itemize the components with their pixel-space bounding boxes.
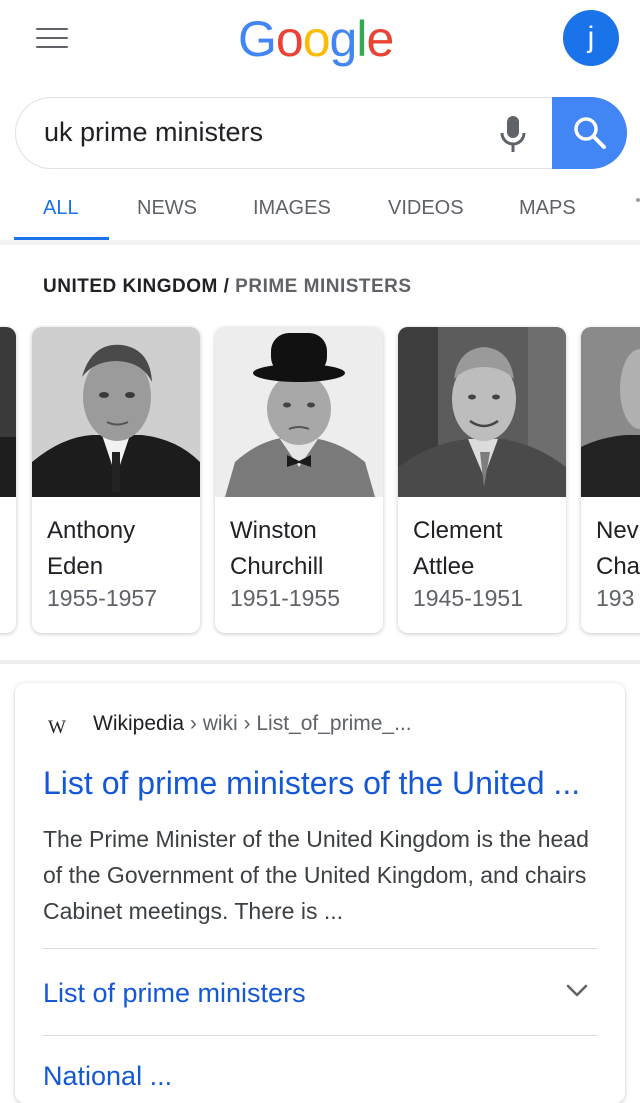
pm-name-line2: Churchill: [230, 553, 324, 580]
chevron-down-icon[interactable]: [565, 983, 589, 999]
pm-name: Nev Cha: [596, 513, 640, 585]
menu-icon[interactable]: [36, 28, 68, 52]
search-box[interactable]: uk prime ministers: [15, 97, 627, 169]
pm-years: 1945-1951: [413, 585, 523, 611]
search-input[interactable]: uk prime ministers: [44, 117, 263, 148]
search-result-card: W Wikipedia › wiki › List_of_prime_... L…: [15, 683, 625, 1103]
pm-name-line1: Anthony: [47, 517, 136, 544]
pm-card-chamberlain-partial[interactable]: Nev Cha 193: [581, 327, 640, 633]
tab-news[interactable]: NEWS: [137, 197, 197, 220]
result-citation[interactable]: Wikipedia › wiki › List_of_prime_...: [93, 712, 412, 736]
tab-videos[interactable]: VIDEOS: [388, 197, 464, 220]
logo-letter: o: [275, 11, 304, 67]
pm-name-line1: Winston: [230, 517, 317, 544]
mic-icon[interactable]: [496, 114, 530, 154]
wikipedia-logo-icon: W: [48, 717, 66, 738]
result-sublink-next[interactable]: National ...: [43, 1061, 172, 1092]
divider: [0, 240, 640, 245]
logo-letter: l: [356, 11, 367, 67]
pm-name: Anthony Eden: [47, 513, 197, 585]
pm-photo: [0, 327, 16, 497]
tabs-overflow-indicator: [636, 198, 640, 202]
result-sublink[interactable]: List of prime ministers: [43, 978, 306, 1009]
result-snippet: The Prime Minister of the United Kingdom…: [43, 826, 589, 924]
pm-photo: [398, 327, 566, 497]
result-title-link[interactable]: List of prime ministers of the United ..…: [43, 765, 580, 802]
search-tabs: ALL NEWS IMAGES VIDEOS MAPS: [0, 190, 640, 240]
pm-name: Winston Churchill: [230, 513, 380, 585]
pm-name-line2: Cha: [596, 553, 640, 580]
pm-photo: [215, 327, 383, 497]
pm-years: 193: [596, 585, 635, 611]
logo-letter: e: [366, 11, 394, 67]
kp-title-sub: PRIME MINISTERS: [235, 276, 412, 297]
pm-photo: [32, 327, 200, 497]
pm-name-line2: Attlee: [413, 553, 475, 580]
tab-images[interactable]: IMAGES: [253, 197, 331, 220]
pm-card-partial-left[interactable]: [0, 327, 16, 633]
kp-title-separator: /: [223, 276, 230, 297]
kp-title-main: UNITED KINGDOM: [43, 276, 218, 297]
divider: [0, 660, 640, 664]
top-bar: Google j: [0, 0, 640, 90]
pm-name-line1: Clement: [413, 517, 503, 544]
divider: [43, 1035, 598, 1036]
logo-letter: g: [329, 11, 358, 67]
account-avatar[interactable]: j: [563, 10, 619, 66]
pm-card-churchill[interactable]: Winston Churchill 1951-1955: [215, 327, 383, 633]
prime-ministers-carousel[interactable]: Anthony Eden 1955-1957 Winston Churchill…: [0, 325, 640, 637]
search-icon: [574, 117, 606, 149]
pm-card-eden[interactable]: Anthony Eden 1955-1957: [32, 327, 200, 633]
logo-letter: G: [238, 11, 277, 67]
knowledge-panel-title[interactable]: UNITED KINGDOM / PRIME MINISTERS: [43, 276, 412, 298]
tab-all[interactable]: ALL: [43, 197, 79, 220]
pm-years: 1951-1955: [230, 585, 340, 611]
result-source-name: Wikipedia: [93, 712, 185, 735]
logo-letter: o: [302, 11, 331, 67]
result-url-path: › wiki › List_of_prime_...: [184, 712, 412, 735]
pm-photo: [581, 327, 640, 497]
google-logo[interactable]: Google: [238, 10, 394, 68]
pm-card-attlee[interactable]: Clement Attlee 1945-1951: [398, 327, 566, 633]
pm-name-line2: Eden: [47, 553, 104, 580]
divider: [43, 948, 598, 949]
pm-name: Clement Attlee: [413, 513, 563, 585]
search-button[interactable]: [552, 97, 627, 169]
pm-name-line1: Nev: [596, 517, 639, 544]
pm-years: 1955-1957: [47, 585, 157, 611]
tab-maps[interactable]: MAPS: [519, 197, 576, 220]
